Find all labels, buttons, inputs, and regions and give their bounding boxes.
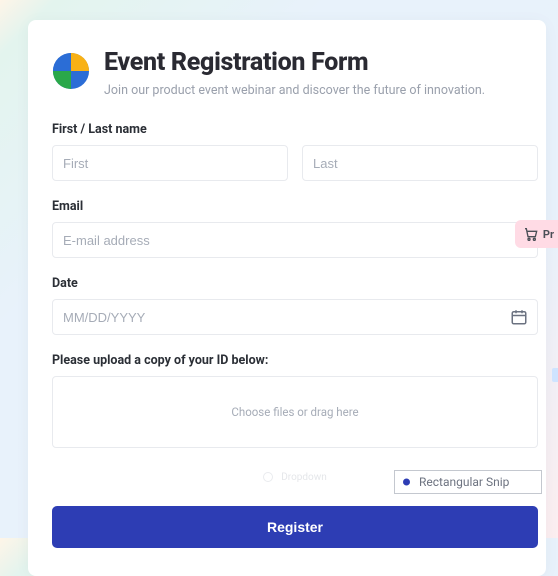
side-cart-tag[interactable]: Pr — [515, 220, 558, 248]
name-label: First / Last name — [52, 122, 538, 137]
email-field-group: Email — [52, 199, 538, 258]
name-field-group: First / Last name — [52, 122, 538, 181]
form-header: Event Registration Form Join our product… — [52, 48, 538, 98]
logo-icon — [52, 52, 90, 90]
date-label: Date — [52, 276, 538, 291]
upload-field-group: Please upload a copy of your ID below: C… — [52, 353, 538, 448]
registration-form-card: Event Registration Form Join our product… — [28, 20, 546, 576]
page-title: Event Registration Form — [104, 48, 485, 77]
date-input[interactable] — [52, 299, 538, 335]
email-input[interactable] — [52, 222, 538, 258]
last-name-input[interactable] — [302, 145, 538, 181]
first-name-input[interactable] — [52, 145, 288, 181]
register-button[interactable]: Register — [52, 506, 538, 548]
cart-icon — [523, 226, 539, 242]
page-subtitle: Join our product event webinar and disco… — [104, 83, 485, 98]
dropdown-label: Dropdown — [281, 472, 327, 483]
file-upload-dropzone[interactable]: Choose files or drag here — [52, 376, 538, 448]
date-field-group: Date — [52, 276, 538, 335]
side-tag-text: Pr — [543, 228, 554, 241]
email-label: Email — [52, 199, 538, 214]
side-accent — [552, 368, 558, 382]
radio-icon — [263, 472, 273, 482]
upload-label: Please upload a copy of your ID below: — [52, 353, 538, 368]
dropdown-placeholder: Dropdown — [52, 466, 538, 488]
upload-hint: Choose files or drag here — [231, 405, 358, 419]
